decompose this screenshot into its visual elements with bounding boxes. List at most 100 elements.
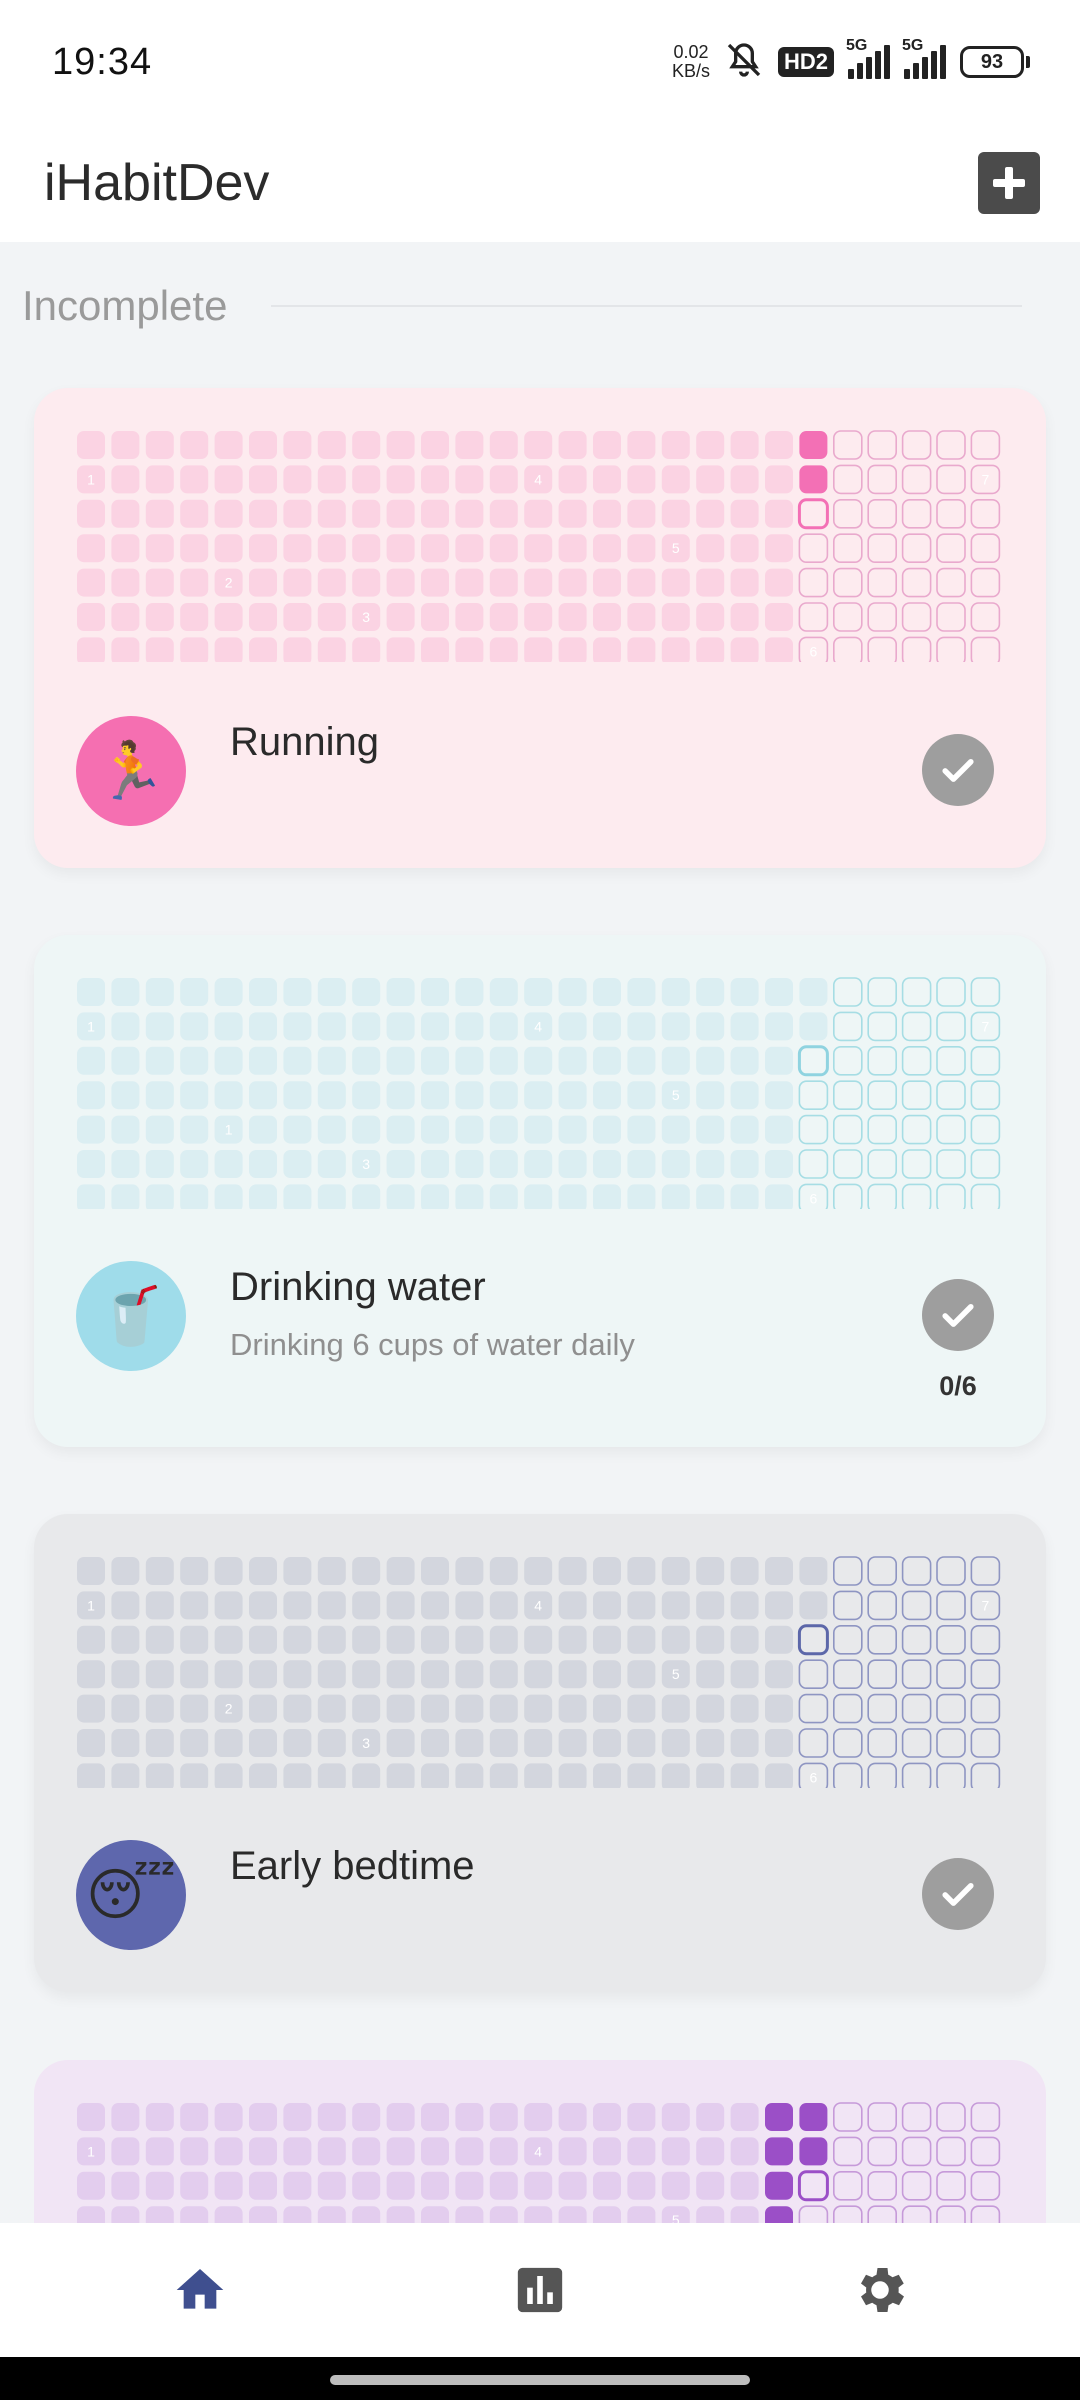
heatmap-cell <box>661 1150 690 1178</box>
heatmap-cell <box>180 1763 209 1788</box>
heatmap-cell <box>421 1660 449 1689</box>
nav-statistics[interactable] <box>490 2240 590 2340</box>
heatmap-cell <box>867 499 898 529</box>
heatmap-cell <box>77 1660 105 1689</box>
heatmap-cell <box>249 1046 277 1075</box>
heatmap-cell <box>901 1590 932 1621</box>
heatmap-cell <box>696 1046 725 1075</box>
complete-check-button[interactable] <box>922 734 994 806</box>
heatmap-cell <box>765 1150 793 1178</box>
heatmap-cell <box>317 1012 346 1041</box>
heatmap-cell <box>249 1115 277 1144</box>
heatmap-cell <box>283 1046 312 1075</box>
heatmap-cell <box>352 637 381 662</box>
habit-card-early-bedtime[interactable]: 1 4 5 2 3 7 6 😴 Early bedtime <box>34 1514 1046 1992</box>
heatmap-cell <box>421 1763 449 1788</box>
heatmap-cell <box>970 1080 1001 1110</box>
heatmap-cell <box>798 1114 829 1145</box>
heatmap-cell <box>455 1763 484 1788</box>
heatmap-cell <box>214 2137 243 2166</box>
heatmap-cell <box>799 2103 828 2131</box>
heatmap-cell <box>799 978 828 1006</box>
habit-card-drinking-water[interactable]: 1 4 5 1 3 7 6 🥤 Drinking water Drinking 6 cups… <box>34 935 1046 1447</box>
heatmap-cell <box>558 568 587 597</box>
nav-settings[interactable] <box>830 2240 930 2340</box>
heatmap-cell <box>489 1557 518 1585</box>
heatmap-cell <box>352 2206 381 2223</box>
habit-name: Drinking water <box>230 1265 486 1309</box>
heatmap-cell <box>489 1694 518 1723</box>
heatmap-cell <box>524 1150 553 1178</box>
heatmap-cell <box>833 2205 863 2223</box>
add-habit-button[interactable] <box>978 152 1040 214</box>
heatmap-cell <box>936 1149 966 1179</box>
bottom-navigation <box>0 2223 1080 2357</box>
heatmap-cell <box>867 2171 898 2201</box>
heatmap-cell <box>524 431 553 459</box>
heatmap-cell <box>901 1659 932 1689</box>
heatmap-cell <box>145 568 174 597</box>
heatmap-cell <box>765 1115 793 1144</box>
heatmap-cell <box>765 1694 793 1723</box>
heatmap-day-label: 4 <box>534 471 542 487</box>
heatmap-cell <box>455 2206 484 2223</box>
heatmap-cell <box>901 464 932 495</box>
heatmap-cell <box>317 2137 346 2166</box>
heatmap-cell <box>832 499 863 529</box>
heatmap-cell <box>180 2206 209 2223</box>
heatmap-cell <box>730 2206 759 2223</box>
heatmap-cell <box>317 1660 346 1689</box>
heatmap-cell <box>765 978 793 1006</box>
heatmap-cell <box>111 1150 140 1178</box>
heatmap-cell <box>111 2206 140 2223</box>
nav-home[interactable] <box>150 2240 250 2340</box>
heatmap-cell <box>867 1011 898 1042</box>
heatmap-cell <box>352 1694 381 1723</box>
heatmap-cell <box>145 1150 174 1178</box>
habit-icon: 🥤 <box>76 1261 186 1371</box>
heatmap-cell <box>593 568 621 597</box>
heatmap-cell <box>627 465 656 494</box>
heatmap-cell <box>797 2170 829 2202</box>
heatmap-cell <box>283 1557 312 1585</box>
heatmap-cell <box>627 2206 656 2223</box>
heatmap-cell <box>661 1729 690 1757</box>
heatmap-cell <box>455 1591 484 1620</box>
heatmap-cell <box>145 2171 174 2200</box>
heatmap-cell <box>627 1081 656 1110</box>
heatmap-cell <box>421 1115 449 1144</box>
heatmap-cell <box>111 978 140 1006</box>
heatmap-cell <box>489 431 518 459</box>
heatmap-cell <box>970 533 1001 563</box>
heatmap-cell <box>901 636 932 662</box>
habit-card-running[interactable]: 1 4 5 2 3 7 6 🏃 Running <box>34 388 1046 868</box>
heatmap-cell <box>421 2103 449 2131</box>
heatmap-cell <box>283 534 312 563</box>
home-indicator[interactable] <box>330 2375 750 2385</box>
heatmap-cell <box>627 431 656 459</box>
heatmap-cell <box>833 636 863 662</box>
heatmap-cell <box>111 568 140 597</box>
heatmap-cell <box>696 1150 725 1178</box>
habit-heatmap: 1 4 5 1 3 7 6 <box>76 977 1004 1209</box>
heatmap-cell <box>970 1556 1001 1586</box>
heatmap-cell <box>832 1114 863 1145</box>
running-icon: 🏃 <box>96 739 166 802</box>
complete-check-button[interactable] <box>922 1858 994 1930</box>
complete-check-button[interactable] <box>922 1279 994 1351</box>
heatmap-cell <box>317 978 346 1006</box>
heatmap-cell <box>455 1012 484 1041</box>
heatmap-cell <box>730 1012 759 1041</box>
heatmap-cell <box>77 1081 105 1110</box>
heatmap-cell <box>730 603 759 631</box>
heatmap-cell <box>249 603 277 631</box>
heatmap-cell <box>317 2103 346 2131</box>
heatmap-cell <box>696 1081 725 1110</box>
heatmap-cell <box>386 1115 415 1144</box>
heatmap-cell <box>558 1046 587 1075</box>
habit-card[interactable]: 1457 <box>34 2060 1046 2223</box>
heatmap-cell <box>936 499 966 529</box>
heatmap-cell <box>283 431 312 459</box>
heatmap-day-label: 1 <box>225 1122 233 1138</box>
heatmap-cell <box>627 1591 656 1620</box>
